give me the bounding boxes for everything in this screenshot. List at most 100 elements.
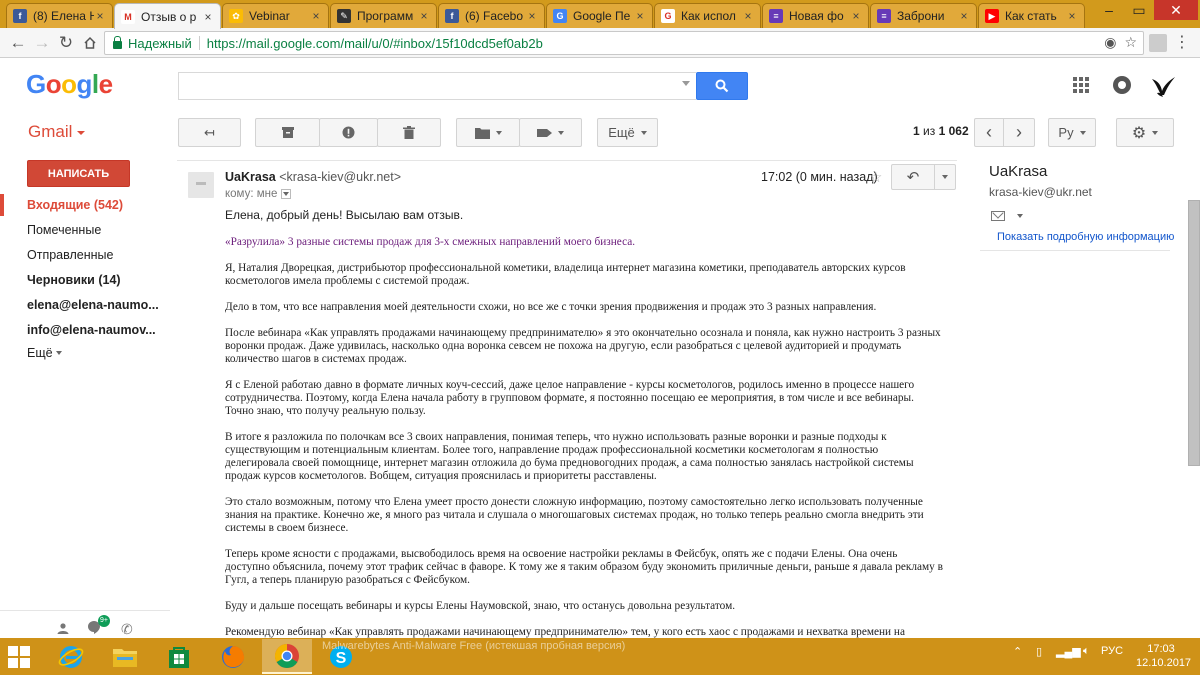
browser-tab[interactable]: ✎ Программ ×: [330, 3, 437, 28]
email-icon[interactable]: [991, 211, 1005, 221]
browser-tab[interactable]: ▶ Как стать ×: [978, 3, 1085, 28]
compose-button[interactable]: НАПИСАТЬ: [27, 160, 130, 187]
extension-icon[interactable]: [1149, 34, 1167, 52]
omnibox-actions: ◉ ☆: [1104, 34, 1137, 51]
browser-tab[interactable]: G Google Пе ×: [546, 3, 653, 28]
chevron-down-icon[interactable]: [1017, 214, 1023, 218]
tab-close-icon[interactable]: ×: [202, 10, 214, 24]
body-paragraph: Это стало возможным, потому что Елена ум…: [225, 496, 924, 534]
star-icon[interactable]: ☆: [869, 168, 882, 186]
more-actions-button[interactable]: Ещё: [597, 118, 658, 147]
taskbar-store[interactable]: [154, 639, 204, 674]
back-button[interactable]: ←: [6, 31, 30, 55]
browser-tab[interactable]: M Отзыв о р ×: [114, 3, 221, 29]
person-icon[interactable]: [57, 621, 69, 637]
tab-close-icon[interactable]: ×: [958, 9, 970, 23]
browser-tab[interactable]: ✿ Vebinar ×: [222, 3, 329, 28]
recipient-line: кому: мне: [225, 188, 292, 200]
browser-menu-icon[interactable]: ⋮: [1174, 32, 1190, 52]
tab-close-icon[interactable]: ×: [850, 9, 862, 23]
browser-tab[interactable]: G Как испол ×: [654, 3, 761, 28]
newer-button[interactable]: ‹: [974, 118, 1004, 147]
message-body: Елена, добрый день! Высылаю вам отзыв. «…: [225, 209, 945, 639]
address-bar[interactable]: Надежный https://mail.google.com/mail/u/…: [104, 31, 1144, 55]
notifications-icon[interactable]: [1113, 76, 1131, 94]
settings-button[interactable]: ⚙: [1116, 118, 1174, 147]
home-button[interactable]: [78, 31, 102, 55]
google-logo[interactable]: Google: [26, 69, 113, 100]
gmail-app-label[interactable]: Gmail: [28, 122, 86, 142]
taskbar-explorer[interactable]: [100, 639, 150, 674]
sidebar-item[interactable]: elena@elena-naumo...: [0, 294, 170, 316]
browser-tab[interactable]: f (8) Елена Н ×: [6, 3, 113, 28]
sidebar-item[interactable]: Входящие (542): [0, 194, 170, 216]
tray-expand-icon[interactable]: ⌃: [1013, 645, 1022, 658]
tab-close-icon[interactable]: ×: [94, 9, 106, 23]
show-details-button[interactable]: [281, 189, 292, 199]
message-time: 17:02 (0 мин. назад): [761, 170, 878, 184]
clock-date: 12.10.2017: [1136, 657, 1192, 669]
network-icon[interactable]: ▂▄▆: [1056, 645, 1081, 658]
secure-label: Надежный: [128, 35, 192, 51]
forward-button[interactable]: →: [30, 31, 54, 55]
reply-button[interactable]: ↶: [891, 164, 935, 190]
search-input[interactable]: [178, 72, 696, 100]
move-to-button[interactable]: [456, 118, 520, 147]
body-paragraph: Я с Еленой работаю давно в формате личны…: [225, 379, 915, 417]
maximize-button[interactable]: ▭: [1124, 0, 1154, 20]
sidebar-item[interactable]: info@elena-naumov...: [0, 319, 170, 341]
folder-icon: [474, 127, 490, 139]
older-button[interactable]: ›: [1003, 118, 1035, 147]
input-tools-button[interactable]: Ру: [1048, 118, 1096, 147]
sidebar-item[interactable]: Помеченные: [0, 219, 170, 241]
browser-tab[interactable]: ≡ Заброни ×: [870, 3, 977, 28]
firefox-icon: [222, 645, 245, 668]
windows-start-icon[interactable]: [8, 646, 30, 668]
tab-close-icon[interactable]: ×: [526, 9, 538, 23]
back-arrow-icon: ↤: [204, 124, 215, 140]
delete-button[interactable]: [377, 118, 441, 147]
internet-explorer-icon: [58, 645, 84, 668]
search-button[interactable]: [696, 72, 748, 100]
minimize-button[interactable]: –: [1094, 0, 1124, 20]
chevron-down-icon: [55, 351, 62, 355]
tab-close-icon[interactable]: ×: [742, 9, 754, 23]
labels-button[interactable]: [519, 118, 582, 147]
clock[interactable]: 17:03 12.10.2017: [1136, 642, 1192, 670]
report-spam-button[interactable]: [319, 118, 378, 147]
tab-close-icon[interactable]: ×: [1066, 9, 1078, 23]
close-window-button[interactable]: ✕: [1154, 0, 1198, 20]
spam-icon: [342, 126, 355, 139]
tab-close-icon[interactable]: ×: [310, 9, 322, 23]
eye-icon[interactable]: ◉: [1104, 34, 1116, 51]
power-icon[interactable]: ▯: [1036, 645, 1042, 658]
back-to-inbox-button[interactable]: ↤: [178, 118, 241, 147]
browser-tab[interactable]: f (6) Facebo ×: [438, 3, 545, 28]
taskbar-ie[interactable]: [46, 639, 96, 674]
divider: [177, 160, 957, 161]
account-avatar[interactable]: [1148, 71, 1178, 101]
trash-icon: [403, 126, 415, 139]
sidebar-item[interactable]: Ещё: [0, 342, 170, 364]
taskbar-firefox[interactable]: [208, 639, 258, 674]
tab-close-icon[interactable]: ×: [634, 9, 646, 23]
phone-icon[interactable]: ✆: [121, 621, 133, 638]
tab-favicon-icon: ≡: [769, 9, 783, 23]
sidebar-item[interactable]: Черновики (14): [0, 269, 170, 291]
archive-button[interactable]: [255, 118, 320, 147]
search-options-caret-icon[interactable]: [682, 81, 690, 86]
reload-button[interactable]: ↻: [54, 31, 78, 55]
volume-icon[interactable]: 🔈︎: [1083, 645, 1090, 658]
browser-tab[interactable]: ≡ Новая фо ×: [762, 3, 869, 28]
reply-more-button[interactable]: [934, 164, 956, 190]
logo-letter: o: [61, 69, 77, 99]
taskbar-chrome[interactable]: [262, 639, 312, 674]
scrollbar[interactable]: [1188, 200, 1200, 466]
show-details-link[interactable]: Показать подробную информацию: [997, 231, 1174, 243]
apps-grid-icon[interactable]: [1073, 77, 1089, 93]
sender-name[interactable]: UaKrasa: [225, 170, 276, 184]
tab-close-icon[interactable]: ×: [418, 9, 430, 23]
bookmark-star-icon[interactable]: ☆: [1124, 34, 1137, 51]
sidebar-item[interactable]: Отправленные: [0, 244, 170, 266]
keyboard-language[interactable]: РУС: [1101, 645, 1123, 657]
